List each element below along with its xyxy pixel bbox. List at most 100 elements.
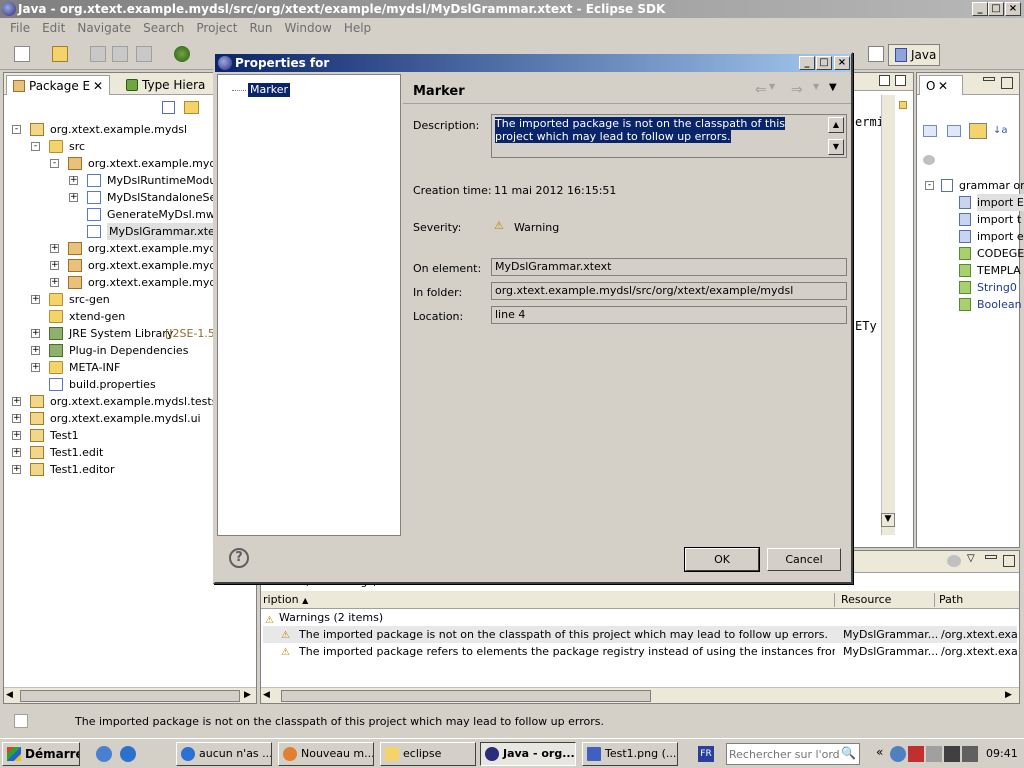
tray-shield-icon[interactable] (908, 746, 924, 762)
menu-edit[interactable]: Edit (36, 21, 71, 35)
dialog-close-button[interactable]: × (834, 56, 850, 70)
link-with-editor-icon[interactable] (184, 101, 199, 114)
close-tab-icon[interactable]: ✕ (93, 76, 103, 96)
outline-item[interactable]: TEMPLA (917, 262, 1021, 279)
minimize-view-icon[interactable] (983, 77, 995, 81)
hide-fields-icon[interactable] (923, 125, 937, 137)
open-perspective-icon[interactable] (868, 46, 884, 62)
overview-warning-marker[interactable] (899, 101, 907, 109)
outline-item[interactable]: import E (917, 194, 1024, 211)
menu-navigate[interactable]: Navigate (71, 21, 137, 35)
tab-package-explorer[interactable]: Package E ✕ (6, 75, 110, 95)
scroll-thumb[interactable] (20, 690, 240, 702)
forward-menu-icon[interactable]: ▼ (813, 82, 819, 91)
expand-icon[interactable]: + (31, 363, 40, 372)
editor-vertical-scrollbar[interactable] (881, 95, 895, 535)
collapse-icon[interactable]: - (50, 159, 59, 168)
expand-icon[interactable]: + (69, 193, 78, 202)
expand-icon[interactable]: + (12, 465, 21, 474)
filter-icon[interactable] (923, 155, 935, 165)
scroll-left-icon[interactable]: ◀ (6, 690, 13, 700)
on-element-field[interactable]: MyDslGrammar.xtext (491, 258, 847, 276)
forward-arrow-icon[interactable]: ⇒ (791, 82, 803, 98)
internet-explorer-icon[interactable] (120, 746, 136, 762)
close-tab-icon[interactable]: ✕ (938, 76, 948, 96)
language-indicator[interactable]: FR (698, 746, 714, 762)
taskbar-task[interactable]: Java - org.... (480, 742, 576, 766)
expand-icon[interactable]: + (12, 397, 21, 406)
column-path[interactable]: Path (939, 593, 1019, 607)
scroll-right-icon[interactable]: ▶ (244, 690, 251, 700)
dialog-minimize-button[interactable]: _ (799, 56, 815, 70)
expand-icon[interactable]: + (12, 414, 21, 423)
scroll-thumb[interactable] (281, 690, 651, 702)
expand-icon[interactable]: + (31, 295, 40, 304)
link-with-editor-icon[interactable] (969, 123, 987, 139)
search-icon[interactable]: 🔍 (841, 746, 856, 760)
expand-icon[interactable]: + (12, 448, 21, 457)
back-arrow-icon[interactable]: ⇐ (755, 82, 767, 98)
maximize-view-icon[interactable] (895, 75, 906, 86)
view-menu-icon[interactable]: ▼ (829, 82, 837, 93)
problem-row[interactable]: ⚠ The imported package refers to element… (263, 643, 1017, 660)
collapse-icon[interactable]: - (31, 142, 40, 151)
maximize-button[interactable]: □ (988, 2, 1004, 16)
new-package-icon[interactable] (52, 46, 68, 62)
tray-icon[interactable] (890, 746, 906, 762)
taskbar-task[interactable]: Nouveau m... (278, 742, 374, 766)
property-page-marker[interactable]: Marker (248, 83, 291, 97)
view-menu-icon[interactable]: ▽ (967, 553, 975, 564)
outline-item[interactable]: import e (917, 228, 1024, 245)
help-icon[interactable]: ? (229, 548, 249, 568)
maximize-view-icon[interactable] (1001, 77, 1013, 89)
collapse-all-icon[interactable] (162, 101, 175, 114)
scroll-down-icon[interactable]: ▼ (828, 139, 844, 155)
horizontal-scrollbar[interactable]: ◀ ▶ (261, 687, 1019, 703)
minimize-view-icon[interactable] (879, 75, 890, 86)
network-icon[interactable] (944, 746, 960, 762)
tab-type-hierarchy[interactable]: Type Hiera (120, 75, 211, 95)
outline-item[interactable]: String0 (917, 279, 1021, 296)
volume-icon[interactable] (962, 746, 978, 762)
menu-window[interactable]: Window (278, 21, 337, 35)
fast-view-icon[interactable] (14, 714, 28, 728)
menu-project[interactable]: Project (190, 21, 243, 35)
debug-icon[interactable] (174, 46, 190, 62)
tray-icon[interactable] (926, 746, 942, 762)
minimize-view-icon[interactable] (985, 555, 997, 559)
scroll-right-icon[interactable]: ▶ (1005, 690, 1012, 700)
location-field[interactable]: line 4 (491, 306, 847, 324)
expand-icon[interactable]: + (50, 278, 59, 287)
horizontal-scrollbar[interactable]: ◀ ▶ (4, 687, 256, 703)
cancel-button[interactable]: Cancel (767, 548, 841, 571)
column-resource[interactable]: Resource (841, 593, 935, 607)
save-all-icon[interactable] (112, 46, 128, 62)
problem-row[interactable]: ⚠ The imported package is not on the cla… (263, 626, 1017, 643)
save-icon[interactable] (90, 46, 106, 62)
menu-search[interactable]: Search (137, 21, 190, 35)
close-button[interactable]: × (1005, 2, 1021, 16)
outline-item[interactable]: CODEGE (917, 245, 1024, 262)
taskbar-task[interactable]: Test1.png (... (582, 742, 678, 766)
problems-group-row[interactable]: Warnings (2 items) ⚠ (263, 609, 1017, 626)
outline-item[interactable]: - grammar org (917, 177, 1024, 194)
tab-outline[interactable]: O ✕ (919, 75, 963, 95)
collapse-icon[interactable]: - (12, 125, 21, 134)
column-description[interactable]: ription ▲ (263, 593, 835, 607)
scroll-down-icon[interactable]: ▼ (881, 513, 895, 527)
in-folder-field[interactable]: org.xtext.example.mydsl/src/org/xtext/ex… (491, 282, 847, 300)
expand-icon[interactable]: + (31, 346, 40, 355)
show-hidden-icons[interactable]: « (876, 745, 883, 759)
dialog-maximize-button[interactable]: □ (816, 56, 832, 70)
expand-icon[interactable]: + (50, 244, 59, 253)
outline-item[interactable]: Boolean (917, 296, 1022, 313)
quicklaunch-icon[interactable] (96, 746, 112, 762)
taskbar-task[interactable]: aucun n'as ... (176, 742, 272, 766)
expand-icon[interactable]: + (69, 176, 78, 185)
new-icon[interactable] (14, 46, 30, 62)
collapse-icon[interactable]: - (925, 181, 934, 190)
scroll-up-icon[interactable]: ▲ (828, 117, 844, 133)
scroll-left-icon[interactable]: ◀ (263, 690, 270, 700)
java-perspective-button[interactable]: Java (888, 44, 940, 66)
hide-static-icon[interactable] (947, 125, 961, 137)
